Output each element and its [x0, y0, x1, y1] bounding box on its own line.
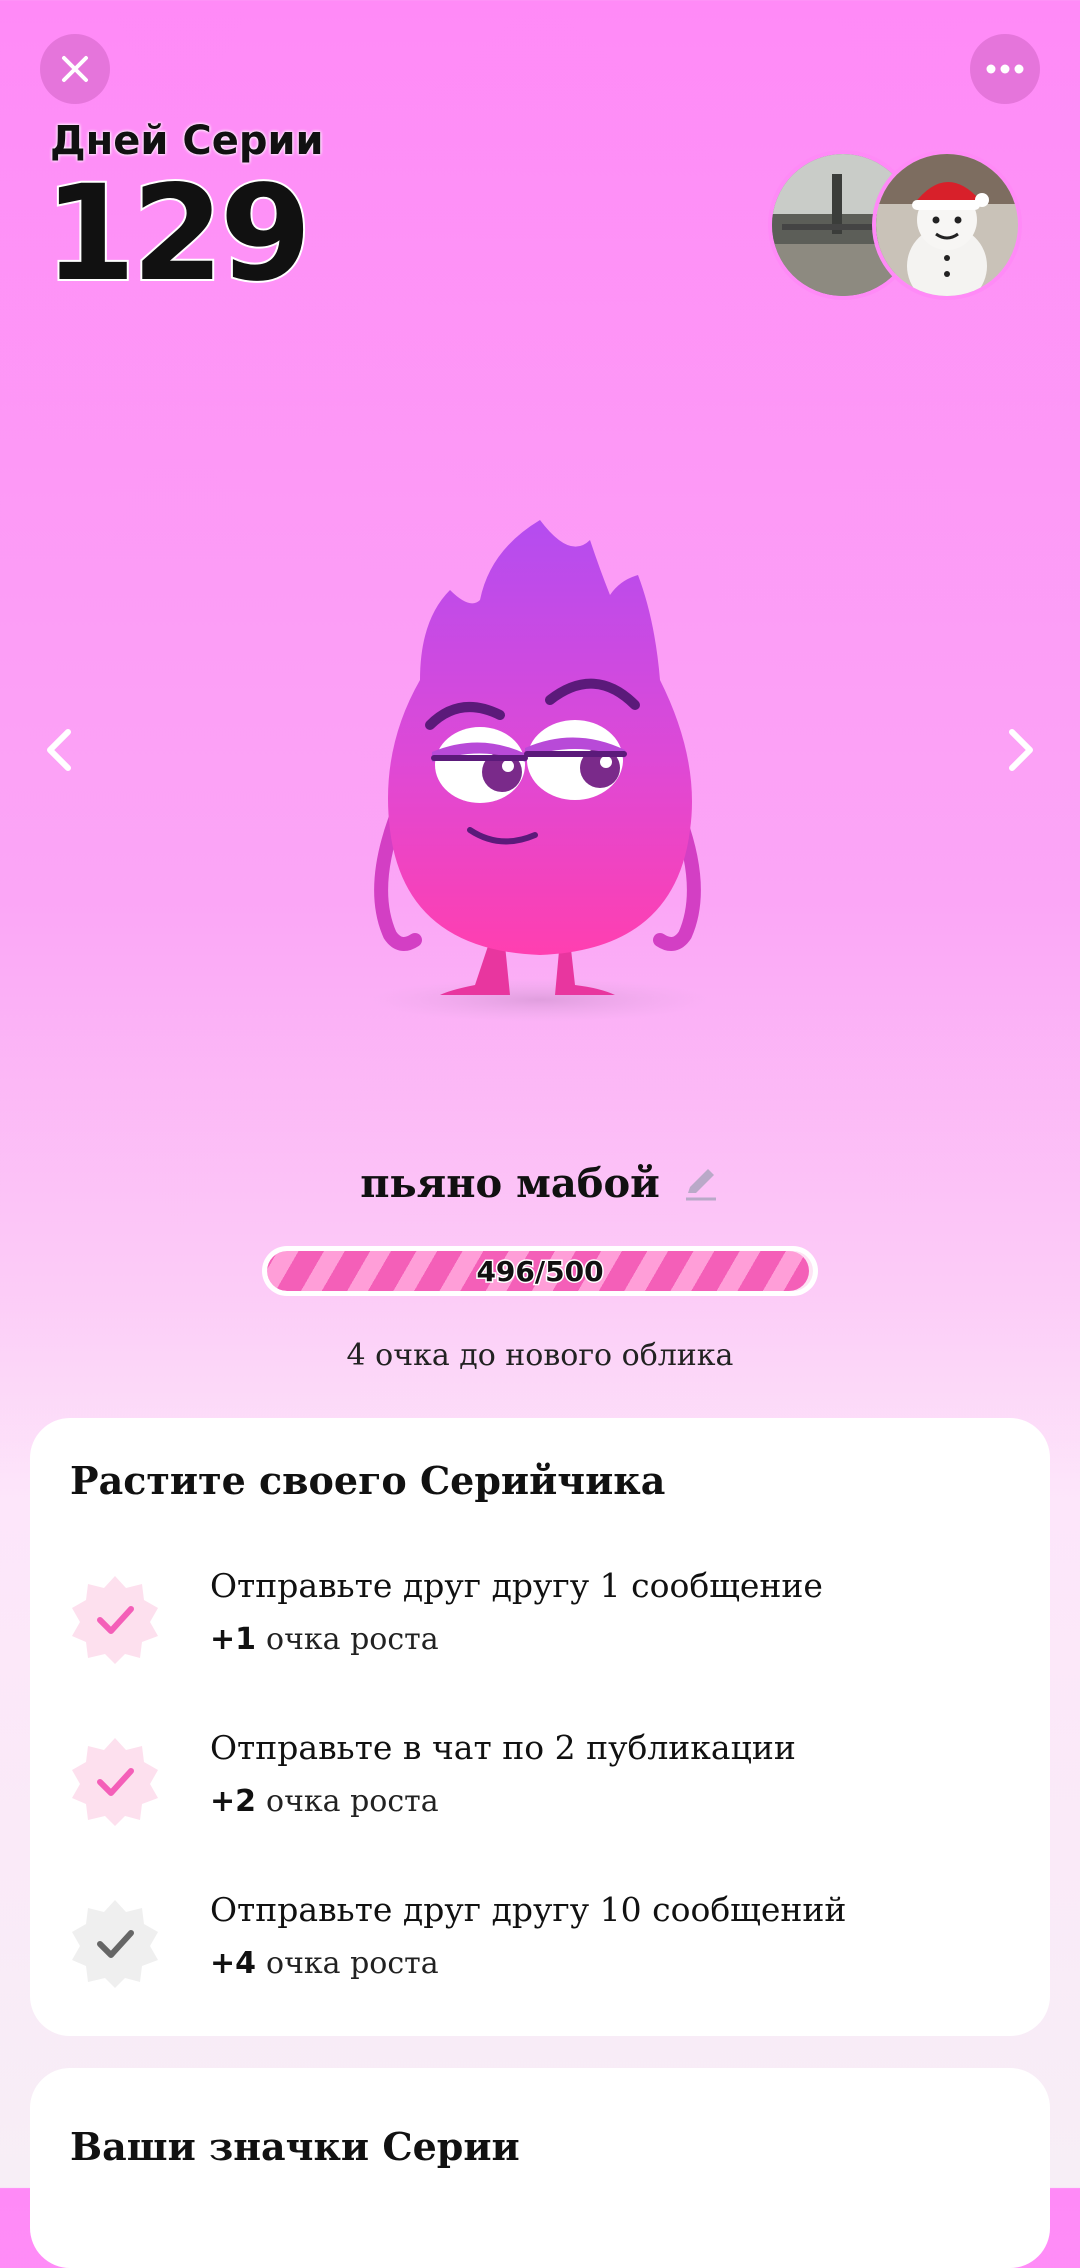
- task-points: +4 очка роста: [210, 1946, 439, 1981]
- streak-badges-card: Ваши значки Серии: [30, 2068, 1050, 2268]
- streak-badges-title: Ваши значки Серии: [70, 2124, 520, 2169]
- growth-progress-bar: 496/500: [262, 1246, 818, 1296]
- task-item[interactable]: Отправьте друг другу 10 сообщений +4 очка…: [70, 1890, 1010, 2010]
- close-button[interactable]: [40, 34, 110, 104]
- task-title: Отправьте в чат по 2 публикации: [210, 1728, 796, 1767]
- task-item[interactable]: Отправьте в чат по 2 публикации +2 очка р…: [70, 1728, 1010, 1848]
- more-options-button[interactable]: [970, 34, 1040, 104]
- task-title: Отправьте друг другу 1 сообщение: [210, 1566, 823, 1605]
- grow-mascot-card: Растите своего Серийчика Отправьте друг …: [30, 1418, 1050, 2036]
- more-dots-icon: [986, 64, 1024, 74]
- previous-arrow-icon[interactable]: [30, 720, 90, 780]
- streak-mascot-flame: [370, 520, 710, 1022]
- progress-text: 496/500: [475, 1253, 605, 1289]
- pencil-icon[interactable]: [680, 1163, 720, 1203]
- task-points: +2 очка роста: [210, 1784, 439, 1819]
- task-item[interactable]: Отправьте друг другу 1 сообщение +1 очка …: [70, 1566, 1010, 1686]
- task-points: +1 очка роста: [210, 1622, 439, 1657]
- close-icon: [62, 56, 88, 82]
- streak-days-count: 129: [42, 157, 314, 311]
- mascot-name-row[interactable]: пьяно мабой: [0, 1160, 1080, 1207]
- checkmark-badge-icon: [72, 1576, 158, 1664]
- checkmark-badge-icon: [72, 1738, 158, 1826]
- grow-mascot-title: Растите своего Серийчика: [70, 1458, 666, 1503]
- task-title: Отправьте друг другу 10 сообщений: [210, 1890, 847, 1929]
- mascot-name: пьяно мабой: [360, 1160, 660, 1207]
- checkmark-badge-icon: [72, 1900, 158, 1988]
- points-to-next-look: 4 очка до нового облика: [346, 1338, 734, 1373]
- next-arrow-icon[interactable]: [990, 720, 1050, 780]
- snowman-photo-avatar[interactable]: [872, 150, 1022, 300]
